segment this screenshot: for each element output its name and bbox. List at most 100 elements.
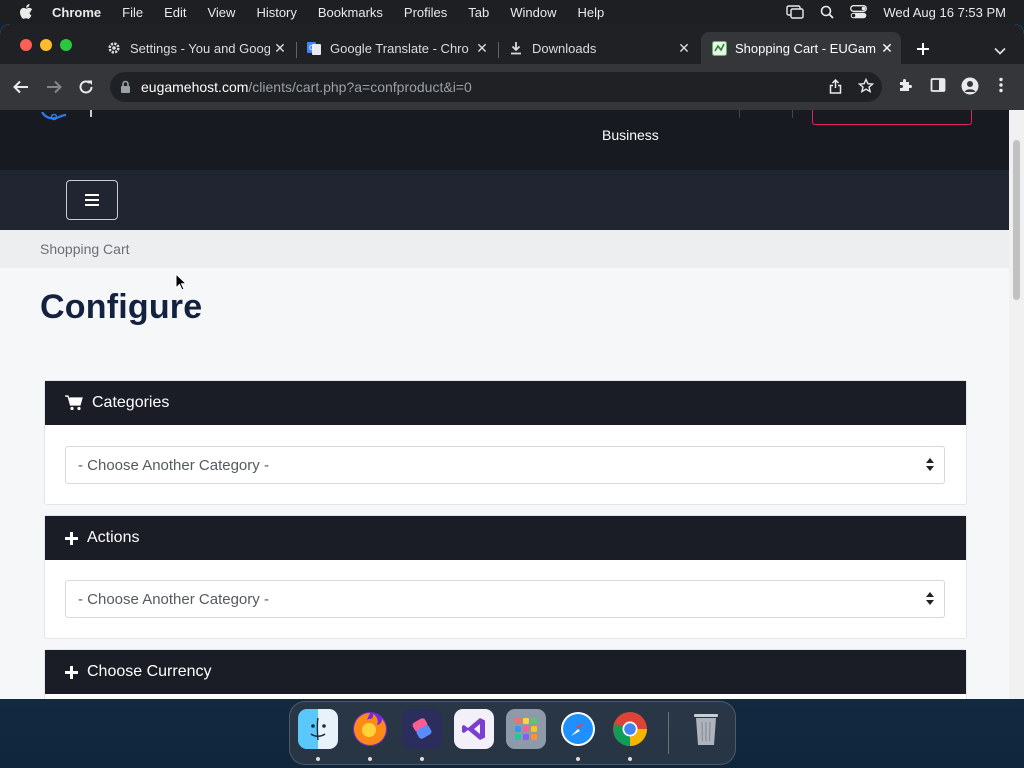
extensions-puzzle-icon[interactable] xyxy=(898,77,914,93)
running-indicator xyxy=(576,757,580,761)
browser-window: Settings - You and Goog ✕ G Google Trans… xyxy=(0,24,1024,699)
lock-icon[interactable] xyxy=(120,80,131,94)
currency-panel-header[interactable]: Choose Currency xyxy=(45,650,966,694)
window-controls xyxy=(20,39,72,51)
bookmark-star-icon[interactable] xyxy=(857,77,875,99)
kebab-menu-icon[interactable] xyxy=(999,77,1003,93)
macos-menubar: Chrome File Edit View History Bookmarks … xyxy=(0,0,1024,24)
running-indicator xyxy=(628,757,632,761)
zoom-window-button[interactable] xyxy=(60,39,72,51)
menu-profiles[interactable]: Profiles xyxy=(404,5,447,20)
chrome-icon[interactable] xyxy=(610,709,650,749)
side-panel-icon[interactable] xyxy=(930,77,946,93)
plus-icon xyxy=(65,665,78,679)
menu-history[interactable]: History xyxy=(256,5,296,20)
firefox-icon[interactable] xyxy=(350,709,390,749)
control-center-icon[interactable] xyxy=(850,5,868,19)
macos-dock xyxy=(289,701,736,765)
svg-text:G: G xyxy=(309,45,314,52)
finder-icon[interactable] xyxy=(298,709,338,749)
mouse-cursor-icon xyxy=(175,272,188,296)
actions-panel: Actions - Choose Another Category - xyxy=(44,515,967,639)
menu-edit[interactable]: Edit xyxy=(164,5,186,20)
panel-title: Categories xyxy=(92,394,170,411)
site-header: Business xyxy=(0,110,1009,170)
tab-shopping-cart[interactable]: Shopping Cart - EUGam ✕ xyxy=(701,32,901,64)
new-tab-icon[interactable] xyxy=(914,40,932,58)
close-tab-icon[interactable]: ✕ xyxy=(272,40,288,56)
menubar-clock[interactable]: Wed Aug 16 7:53 PM xyxy=(883,5,1006,20)
nav-link-business[interactable]: Business xyxy=(602,127,659,143)
plus-icon xyxy=(65,531,78,545)
categories-panel-header: Categories xyxy=(45,381,966,425)
close-tab-icon[interactable]: ✕ xyxy=(676,40,692,56)
scrollbar-thumb[interactable] xyxy=(1013,140,1020,300)
minimize-window-button[interactable] xyxy=(40,39,52,51)
header-cta-button[interactable] xyxy=(812,110,972,125)
close-tab-icon[interactable]: ✕ xyxy=(474,40,490,56)
tab-separator xyxy=(296,42,297,58)
address-bar[interactable]: eugamehost.com/clients/cart.php?a=confpr… xyxy=(110,72,882,102)
close-window-button[interactable] xyxy=(20,39,32,51)
visual-studio-icon[interactable] xyxy=(454,709,494,749)
tab-title: Google Translate - Chro xyxy=(330,40,469,56)
back-arrow-icon[interactable] xyxy=(12,78,30,96)
actions-select[interactable]: - Choose Another Category - xyxy=(65,580,945,618)
header-divider xyxy=(792,110,793,118)
url-text[interactable]: eugamehost.com/clients/cart.php?a=confpr… xyxy=(141,79,472,95)
safari-icon[interactable] xyxy=(558,709,598,749)
menu-bookmarks[interactable]: Bookmarks xyxy=(318,5,383,20)
category-select[interactable]: - Choose Another Category - xyxy=(65,446,945,484)
browser-toolbar: eugamehost.com/clients/cart.php?a=confpr… xyxy=(0,64,1024,110)
tab-search-chevron-icon[interactable] xyxy=(994,42,1006,60)
tab-strip: Settings - You and Goog ✕ G Google Trans… xyxy=(0,24,1024,64)
select-value: - Choose Another Category - xyxy=(78,456,269,474)
menu-tab[interactable]: Tab xyxy=(468,5,489,20)
hamburger-menu-button[interactable] xyxy=(66,180,118,220)
close-tab-icon[interactable]: ✕ xyxy=(879,40,895,56)
tab-separator xyxy=(498,42,499,58)
page-scrollbar[interactable] xyxy=(1009,110,1024,699)
select-arrows-icon xyxy=(926,458,934,476)
panel-title: Actions xyxy=(87,529,140,546)
tab-settings[interactable]: Settings - You and Goog ✕ xyxy=(98,32,294,64)
share-icon[interactable] xyxy=(829,78,842,99)
hamburger-icon xyxy=(85,194,99,206)
profile-avatar-icon[interactable] xyxy=(961,77,979,95)
screen-mirroring-icon[interactable] xyxy=(786,5,805,19)
menu-file[interactable]: File xyxy=(122,5,143,20)
tab-title: Downloads xyxy=(532,40,597,56)
menu-help[interactable]: Help xyxy=(578,5,605,20)
logo-divider xyxy=(90,110,92,117)
trash-icon[interactable] xyxy=(686,709,726,749)
launchpad-icon[interactable] xyxy=(506,709,546,749)
site-logo[interactable] xyxy=(40,110,82,126)
actions-panel-header[interactable]: Actions xyxy=(45,516,966,560)
page-viewport: Business Shopping Cart Configure Categor… xyxy=(0,110,1009,699)
download-icon xyxy=(508,40,524,56)
tab-google-translate[interactable]: G Google Translate - Chro ✕ xyxy=(298,32,496,64)
panel-title: Choose Currency xyxy=(87,663,212,680)
running-indicator xyxy=(316,757,320,761)
gear-icon xyxy=(106,40,122,56)
categories-panel: Categories - Choose Another Category - xyxy=(44,380,967,505)
tab-title: Shopping Cart - EUGam xyxy=(735,40,876,56)
menu-app-name[interactable]: Chrome xyxy=(52,5,101,20)
apple-icon[interactable] xyxy=(19,4,35,20)
menubar-status-area: Wed Aug 16 7:53 PM xyxy=(786,0,1006,24)
tab-title: Settings - You and Goog xyxy=(130,40,270,56)
select-value: - Choose Another Category - xyxy=(78,590,269,608)
spotlight-search-icon[interactable] xyxy=(820,5,835,19)
translate-icon: G xyxy=(306,40,322,56)
menu-view[interactable]: View xyxy=(207,5,235,20)
reload-icon[interactable] xyxy=(77,78,95,96)
forward-arrow-icon[interactable] xyxy=(45,78,63,96)
dock-separator xyxy=(668,712,669,754)
header-divider xyxy=(739,110,740,118)
select-arrows-icon xyxy=(926,592,934,610)
cart-icon xyxy=(65,395,83,411)
breadcrumb: Shopping Cart xyxy=(0,230,1009,268)
shortcuts-icon[interactable] xyxy=(402,709,442,749)
tab-downloads[interactable]: Downloads ✕ xyxy=(500,32,698,64)
menu-window[interactable]: Window xyxy=(510,5,556,20)
